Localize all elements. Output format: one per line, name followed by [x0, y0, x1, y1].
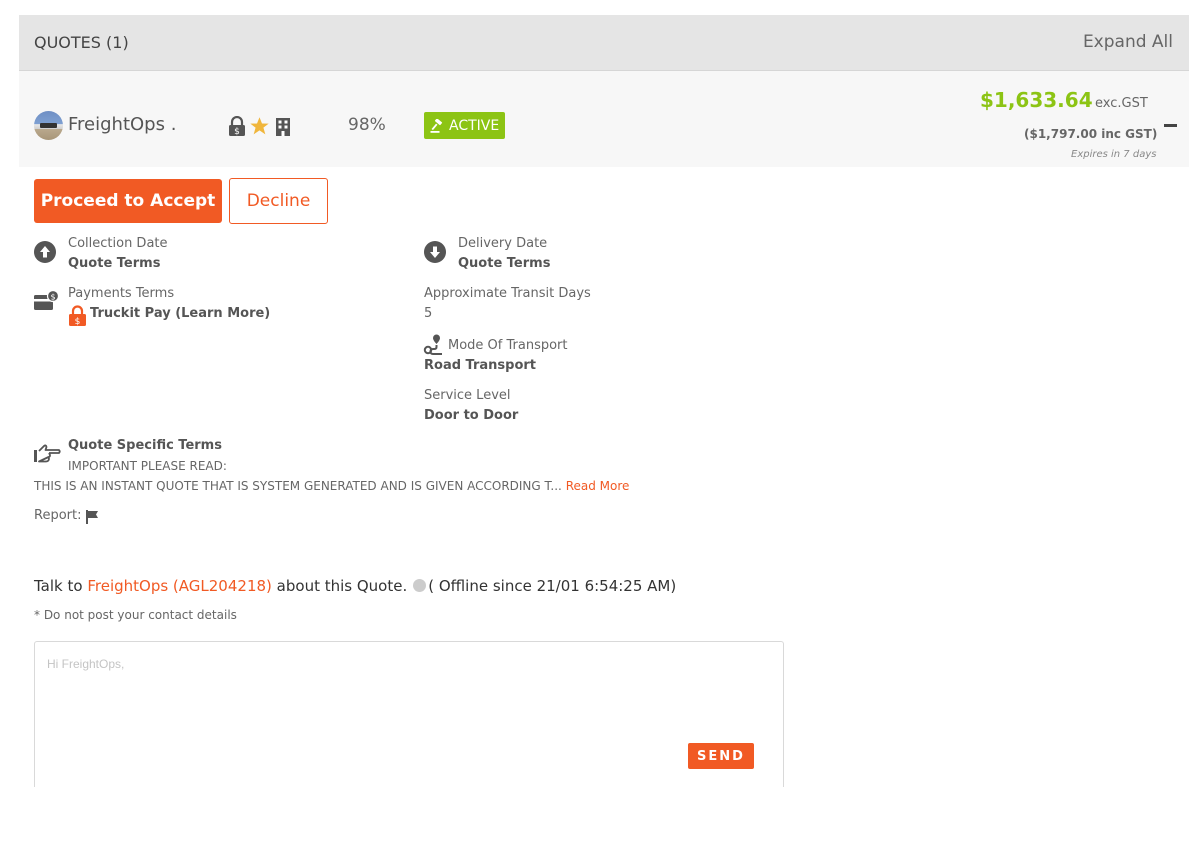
payment-terms-value[interactable]: Truckit Pay (Learn More) — [90, 306, 270, 321]
carrier-status: ( Offline since 21/01 6:54:25 AM) — [428, 577, 677, 595]
decline-button[interactable]: Decline — [229, 178, 328, 224]
chat-prefix: Talk to — [34, 577, 83, 595]
report: Report: — [34, 506, 81, 526]
payment-terms-label: Payments Terms — [68, 286, 175, 301]
send-button[interactable]: SEND — [688, 743, 754, 769]
truckit-pay-link[interactable]: Truckit Pay (Learn More) — [90, 304, 270, 324]
star-icon — [250, 117, 269, 135]
mode-of-transport-label-wrap: Mode Of Transport — [448, 336, 568, 356]
expand-all-link[interactable]: Expand All — [1083, 32, 1173, 52]
service-level-label: Service Level — [424, 388, 511, 403]
quote-summary-row[interactable]: FreightOps . $ 98% ACTIVE $1,633.64 exc.… — [19, 71, 1189, 167]
collection-date-value: Quote Terms — [68, 256, 161, 271]
carrier-name[interactable]: FreightOps . — [68, 114, 176, 135]
pointing-hand-icon — [34, 444, 61, 463]
transit-days: Approximate Transit Days 5 — [424, 284, 591, 324]
delivery-date: Delivery Date Quote Terms — [458, 234, 550, 274]
status-badge: ACTIVE — [424, 112, 506, 139]
report-label: Report: — [34, 508, 82, 523]
quote-price: $1,633.64 — [980, 88, 1093, 112]
quote-terms-line2: THIS IS AN INSTANT QUOTE THAT IS SYSTEM … — [34, 479, 562, 493]
collection-date-label: Collection Date — [68, 236, 168, 251]
carrier-avatar — [34, 111, 63, 140]
quotes-header: QUOTES (1) Expand All — [19, 15, 1189, 71]
proceed-to-accept-button[interactable]: Proceed to Accept — [34, 179, 222, 223]
gavel-icon — [430, 118, 443, 133]
status-label: ACTIVE — [449, 117, 500, 134]
payment-terms: Payments Terms — [68, 284, 174, 304]
price-gst-label: exc.GST — [1095, 96, 1148, 111]
quotes-title: QUOTES (1) — [34, 33, 129, 52]
service-level-value: Door to Door — [424, 408, 519, 423]
mode-of-transport-label: Mode Of Transport — [448, 338, 568, 353]
quote-terms: Quote Specific Terms IMPORTANT PLEASE RE… — [68, 436, 227, 476]
quote-expiry: Expires in 7 days — [1071, 149, 1157, 160]
chat-heading: Talk to FreightOps (AGL204218) about thi… — [34, 577, 676, 595]
orange-lock-icon: $ — [69, 305, 86, 326]
collapse-icon[interactable] — [1164, 124, 1177, 127]
service-level: Service Level Door to Door — [424, 386, 518, 426]
svg-text:$: $ — [234, 127, 240, 136]
contact-note: * Do not post your contact details — [34, 608, 237, 622]
mode-of-transport: Road Transport — [424, 356, 536, 376]
price-inc-gst: ($1,797.00 inc GST) — [1024, 127, 1158, 141]
collection-date: Collection Date Quote Terms — [68, 234, 168, 274]
quote-terms-text: THIS IS AN INSTANT QUOTE THAT IS SYSTEM … — [34, 476, 629, 496]
quote-terms-label: Quote Specific Terms — [68, 438, 222, 453]
carrier-badges: $ — [228, 116, 293, 136]
route-icon — [423, 334, 442, 355]
carrier-profile-link[interactable]: FreightOps (AGL204218) — [87, 577, 272, 595]
transit-days-value: 5 — [424, 306, 433, 321]
chat-suffix: about this Quote. — [276, 577, 408, 595]
arrow-down-circle-icon — [424, 241, 446, 263]
svg-text:$: $ — [50, 293, 55, 302]
offline-status-dot — [413, 579, 427, 592]
message-input[interactable] — [35, 642, 783, 732]
building-icon — [276, 118, 290, 136]
wallet-dollar-icon: $ — [34, 290, 59, 310]
delivery-date-label: Delivery Date — [458, 236, 548, 251]
quote-terms-line1: IMPORTANT PLEASE READ: — [68, 459, 227, 473]
transit-days-label: Approximate Transit Days — [424, 286, 591, 301]
arrow-up-circle-icon — [34, 241, 56, 263]
mode-of-transport-value: Road Transport — [424, 358, 537, 373]
carrier-rating: 98% — [348, 115, 386, 135]
svg-text:$: $ — [75, 317, 81, 326]
read-more-link[interactable]: Read More — [566, 479, 630, 493]
delivery-date-value: Quote Terms — [458, 256, 551, 271]
lock-dollar-icon: $ — [229, 116, 245, 136]
message-box: SEND — [34, 641, 784, 787]
flag-icon[interactable] — [85, 510, 99, 524]
